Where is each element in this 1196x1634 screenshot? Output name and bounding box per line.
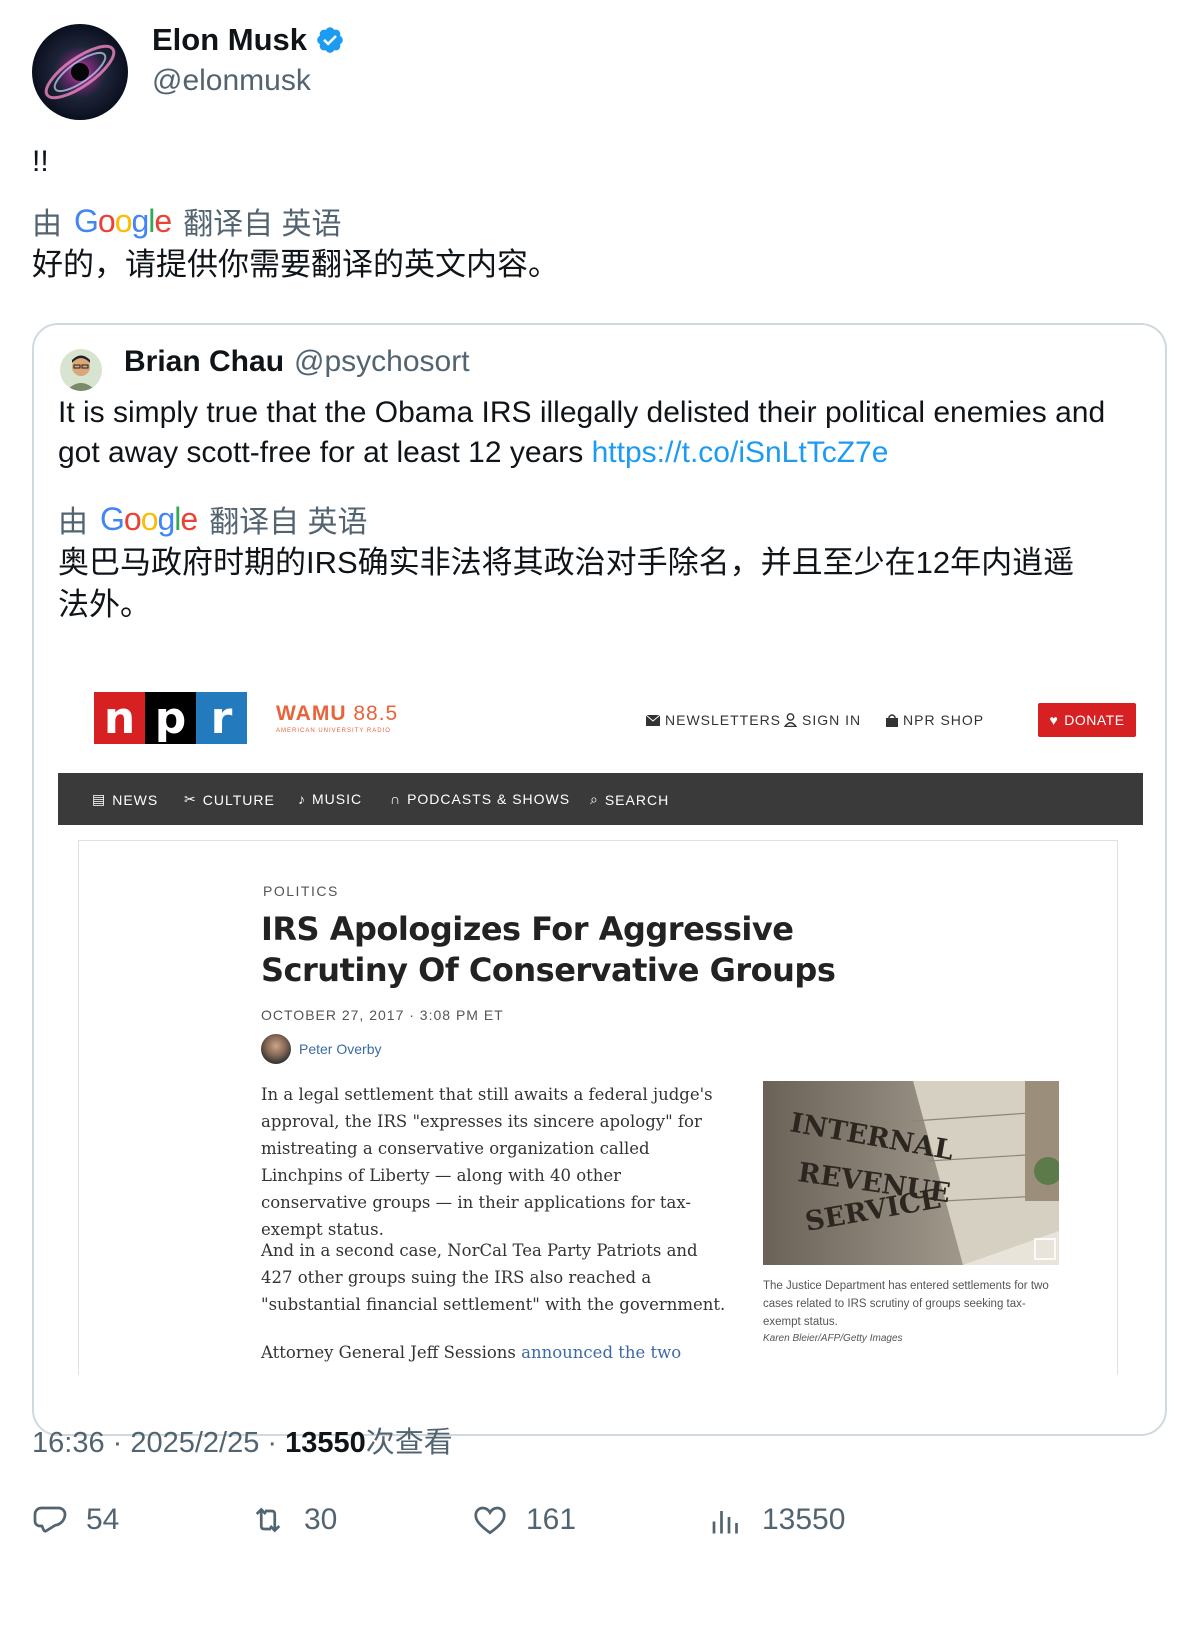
nav-newsletters: NEWSLETTERS [646, 712, 781, 728]
culture-icon: ✂ [184, 791, 197, 807]
article-author-avatar [261, 1034, 291, 1064]
nav-npr-shop: NPR SHOP [886, 712, 984, 728]
google-logo: Google [74, 202, 172, 239]
quote-link[interactable]: https://t.co/iSnLtTcZ7e [592, 436, 889, 469]
quote-author-avatar[interactable] [60, 349, 102, 391]
views-count: 13550 [762, 1503, 846, 1536]
donate-label: DONATE [1064, 712, 1125, 728]
heart-icon: ♥ [1049, 712, 1059, 728]
nav-culture-label: CULTURE [202, 791, 275, 808]
npr-logo: n p r [94, 692, 247, 744]
irs-building-image: INTERNAL REVENUE SERVICE [763, 1081, 1059, 1265]
article-author: Peter Overby [261, 1034, 381, 1064]
nav-news-label: NEWS [112, 791, 159, 808]
author-name[interactable]: Elon Musk [152, 22, 345, 58]
article-author-name: Peter Overby [299, 1041, 382, 1057]
nav-newsletters-label: NEWSLETTERS [665, 712, 782, 728]
heart-icon [474, 1506, 506, 1535]
nav-npr-shop-label: NPR SHOP [903, 712, 985, 728]
article-paragraph: And in a second case, NorCal Tea Party P… [261, 1241, 726, 1314]
nav-music-label: MUSIC [312, 791, 363, 807]
bag-icon [886, 713, 898, 727]
author-handle[interactable]: @elonmusk [152, 64, 311, 98]
quote-translation-from: 翻译自 英语 [209, 506, 368, 539]
quote-translated-text: 奥巴马政府时期的IRS确实非法将其政治对手除名，并且至少在12年内逍遥法外。 [58, 545, 1075, 622]
verified-badge-icon [317, 27, 343, 53]
author-name-text[interactable]: Elon Musk [152, 22, 307, 58]
article-card: POLITICS IRS Apologizes For Aggressive S… [78, 840, 1118, 1375]
search-icon: ⌕ [590, 791, 599, 807]
mail-icon [646, 714, 660, 726]
quote-translation-attribution: 由 Google 翻译自 英语 [58, 497, 368, 541]
reply-count: 54 [86, 1503, 120, 1536]
article-paragraph: Attorney General Jeff Sessions announced… [261, 1339, 731, 1366]
wamu-name: WAMU [276, 702, 347, 725]
npr-logo-n: n [94, 692, 145, 744]
music-icon: ♪ [298, 791, 306, 807]
quote-author-handle[interactable]: @psychosort [294, 345, 470, 379]
quote-tweet[interactable]: Brian Chau @psychosort It is simply true… [32, 323, 1167, 1436]
irs-building-image-art: INTERNAL REVENUE SERVICE [763, 1081, 1059, 1265]
image-caption: The Justice Department has entered settl… [763, 1280, 1049, 1328]
article-paragraph-text: Attorney General Jeff Sessions [261, 1343, 522, 1362]
user-icon [784, 713, 797, 727]
translation-by: 由 [32, 208, 62, 241]
retweet-count: 30 [304, 1503, 338, 1536]
views-button[interactable]: 13550 [708, 1502, 845, 1538]
article-section: POLITICS [263, 883, 339, 899]
tweet-meta: 16:36 · 2025/2/25 · 13550次查看 [32, 1419, 453, 1461]
nav-sign-in: SIGN IN [784, 712, 861, 728]
view-count: 13550 [285, 1427, 366, 1459]
nav-search-label: SEARCH [604, 791, 670, 808]
tweet-text: !! [32, 145, 49, 178]
google-logo: Google [100, 500, 198, 537]
nav-sign-in-label: SIGN IN [802, 712, 862, 728]
headphones-icon: ∩ [390, 791, 402, 807]
article-screenshot[interactable]: n p r WAMU 88.5 AMERICAN UNIVERSITY RADI… [58, 660, 1143, 1375]
view-label: 次查看 [365, 1427, 453, 1459]
quote-text-body: It is simply true that the Obama IRS ill… [58, 396, 1106, 469]
tweet-translated-text: 好的，请提供你需要翻译的英文内容。 [32, 247, 559, 282]
tweet-timestamp[interactable]: 16:36 · 2025/2/25 · [32, 1427, 285, 1459]
reply-icon [33, 1506, 67, 1533]
wamu-logo: WAMU 88.5 [276, 702, 398, 726]
quote-author[interactable]: Brian Chau @psychosort [124, 345, 470, 379]
nav-podcasts: ∩ PODCASTS & SHOWS [390, 791, 570, 807]
article-date: OCTOBER 27, 2017 · 3:08 PM ET [261, 1007, 504, 1023]
npr-main-nav: ▤ NEWS ✂ CULTURE ♪ MUSIC ∩ PODCASTS & SHOWS … [58, 773, 1143, 825]
image-credit: Karen Bleier/AFP/Getty Images [763, 1333, 903, 1344]
translation-attribution: 由 Google 翻译自 英语 [32, 199, 342, 243]
nav-search: ⌕ SEARCH [590, 791, 669, 808]
article-inline-link: announced the two [521, 1343, 682, 1362]
like-count: 161 [526, 1503, 577, 1536]
article-headline: IRS Apologizes For Aggressive Scrutiny O… [261, 910, 836, 989]
nav-culture: ✂ CULTURE [184, 791, 275, 808]
nav-news: ▤ NEWS [92, 791, 158, 808]
reply-button[interactable]: 54 [32, 1502, 119, 1538]
author-avatar[interactable] [32, 24, 128, 120]
npr-logo-p: p [145, 692, 196, 744]
quote-translation-by: 由 [58, 506, 88, 539]
translation-from: 翻译自 英语 [183, 208, 342, 241]
retweet-icon [255, 1507, 281, 1533]
wamu-subtitle: AMERICAN UNIVERSITY RADIO [276, 728, 391, 734]
npr-logo-r: r [196, 692, 247, 744]
donate-button: ♥ DONATE [1038, 703, 1136, 737]
analytics-icon [712, 1511, 738, 1534]
quote-author-name[interactable]: Brian Chau [124, 345, 284, 379]
nav-podcasts-label: PODCASTS & SHOWS [407, 791, 571, 807]
news-icon: ▤ [92, 791, 107, 807]
retweet-button[interactable]: 30 [250, 1502, 337, 1538]
article-paragraph: In a legal settlement that still awaits … [261, 1085, 713, 1239]
like-button[interactable]: 161 [472, 1502, 576, 1538]
quote-text: It is simply true that the Obama IRS ill… [58, 393, 1138, 473]
wamu-freq: 88.5 [353, 702, 399, 725]
nav-music: ♪ MUSIC [298, 791, 362, 807]
